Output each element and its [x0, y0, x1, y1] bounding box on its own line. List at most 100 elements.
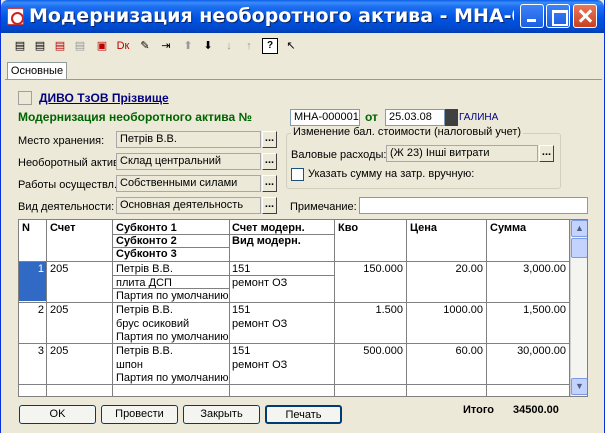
- row-1-qty[interactable]: 150.000: [336, 263, 403, 275]
- close-window-button[interactable]: [573, 4, 597, 28]
- window-title: Модернизация необоротного актива - МНА-0…: [29, 5, 514, 27]
- row-2-sub1[interactable]: Петрів В.В.: [116, 304, 173, 316]
- copy-icon[interactable]: ▤: [32, 38, 48, 54]
- toolbar: ▤ ▤ ▤ ▤ ▣ Dк ✎ ⇥ ⬆ ⬇ ↓ ↑ ? ↖: [3, 35, 602, 57]
- row-2-mod-account[interactable]: 151: [232, 304, 250, 316]
- move-down-icon[interactable]: ⬇: [200, 38, 216, 54]
- table-scrollbar[interactable]: ▲ ▼: [570, 220, 587, 396]
- storage-label: Место хранения:: [18, 135, 105, 147]
- row-2-qty[interactable]: 1.500: [336, 304, 403, 316]
- works-select-button[interactable]: ...: [262, 175, 277, 192]
- row-3-mod-account[interactable]: 151: [232, 345, 250, 357]
- doc-title: Модернизация необоротного актива №: [18, 110, 252, 124]
- row-3-n[interactable]: 3: [22, 345, 44, 357]
- row-1-price[interactable]: 20.00: [408, 263, 483, 275]
- save-icon[interactable]: ▤: [72, 38, 88, 54]
- whats-this-icon[interactable]: ↖: [283, 38, 299, 54]
- scroll-thumb[interactable]: [571, 238, 587, 258]
- minimize-button[interactable]: [520, 4, 544, 28]
- works-label: Работы осуществл.:: [18, 179, 121, 191]
- row-3-mod-type[interactable]: ремонт ОЗ: [232, 359, 287, 371]
- row-2-sub2[interactable]: брус осиковий: [116, 318, 189, 330]
- print-button[interactable]: Печать: [265, 405, 342, 424]
- works-field[interactable]: Собственными силами: [116, 175, 261, 192]
- gross-expenses-select-button[interactable]: ...: [539, 145, 554, 162]
- scroll-down-icon[interactable]: ▼: [571, 378, 587, 395]
- row-2-sub3[interactable]: Партия по умолчанию: [116, 331, 229, 343]
- tab-main[interactable]: Основные: [7, 62, 67, 80]
- date-field[interactable]: 25.03.08: [385, 109, 445, 126]
- row-3-price[interactable]: 60.00: [408, 345, 483, 357]
- author-label: ГАЛИНА: [459, 112, 499, 123]
- activity-label: Вид деятельности:: [18, 201, 115, 213]
- new-icon[interactable]: ▤: [12, 38, 28, 54]
- row-2-mod-type[interactable]: ремонт ОЗ: [232, 318, 287, 330]
- app-icon: [7, 8, 24, 25]
- sort-desc-icon[interactable]: ↑: [241, 38, 257, 54]
- row-3-account[interactable]: 205: [50, 345, 68, 357]
- manual-sum-checkbox[interactable]: [291, 168, 304, 181]
- calendar-icon[interactable]: [445, 109, 458, 126]
- row-3-sub2[interactable]: шпон: [116, 359, 143, 371]
- col-header-subconto1[interactable]: Субконто 1: [116, 222, 177, 234]
- col-header-n[interactable]: N: [22, 222, 30, 234]
- ok-button[interactable]: OK: [19, 405, 96, 424]
- asset-select-button[interactable]: ...: [262, 153, 277, 170]
- asset-field[interactable]: Склад центральний: [116, 153, 261, 170]
- asset-label: Необоротный актив:: [18, 157, 122, 169]
- note-label: Примечание:: [290, 201, 357, 213]
- balance-group-title: Изменение бал. стоимости (налоговый учет…: [291, 126, 524, 138]
- storage-field[interactable]: Петрів В.В.: [116, 131, 261, 148]
- manual-sum-label: Указать сумму на затр. вручную:: [308, 168, 475, 180]
- row-2-n[interactable]: 2: [22, 304, 44, 316]
- activity-field[interactable]: Основная деятельность: [116, 197, 261, 214]
- gross-expenses-label: Валовые расходы:: [291, 149, 387, 161]
- delete-icon[interactable]: ▤: [52, 38, 68, 54]
- close-button[interactable]: Закрыть: [183, 405, 260, 424]
- row-3-sub3[interactable]: Партия по умолчанию: [116, 372, 229, 384]
- row-2-account[interactable]: 205: [50, 304, 68, 316]
- row-1-sub3[interactable]: Партия по умолчанию: [116, 290, 229, 302]
- col-header-subconto2[interactable]: Субконто 2: [116, 235, 177, 247]
- col-header-subconto3[interactable]: Субконто 3: [116, 248, 177, 260]
- title-bar[interactable]: Модернизация необоротного актива - МНА-0…: [1, 0, 604, 33]
- date-label: от: [365, 110, 378, 124]
- total-label: Итого: [463, 404, 495, 416]
- doc-number-field[interactable]: МНА-000001: [290, 109, 360, 126]
- col-header-account[interactable]: Счет: [50, 222, 76, 234]
- post-button[interactable]: Провести: [101, 405, 178, 424]
- row-2-sum[interactable]: 1,500.00: [488, 304, 566, 316]
- col-header-qty[interactable]: Кво: [338, 222, 358, 234]
- sort-asc-icon[interactable]: ↓: [221, 38, 237, 54]
- row-2-price[interactable]: 1000.00: [408, 304, 483, 316]
- storage-select-button[interactable]: ...: [262, 131, 277, 148]
- unpost-icon[interactable]: Dк: [115, 38, 131, 54]
- row-1-account[interactable]: 205: [50, 263, 68, 275]
- gross-expenses-field[interactable]: (Ж 23) Інші витрати: [386, 145, 538, 162]
- row-1-n[interactable]: 1: [22, 263, 44, 275]
- activity-select-button[interactable]: ...: [262, 197, 277, 214]
- items-table[interactable]: N Счет Субконто 1 Субконто 2 Субконто 3 …: [18, 219, 588, 397]
- move-up-icon[interactable]: ⬆: [180, 38, 196, 54]
- help-icon[interactable]: ?: [262, 38, 278, 54]
- col-header-mod-type[interactable]: Вид модерн.: [232, 235, 301, 247]
- row-1-mod-type[interactable]: ремонт ОЗ: [232, 277, 287, 289]
- row-3-sub1[interactable]: Петрів В.В.: [116, 345, 173, 357]
- row-1-sub1[interactable]: Петрів В.В.: [116, 263, 173, 275]
- organization-link[interactable]: ДИВО ТзОВ Прізвище: [39, 91, 169, 105]
- link-icon[interactable]: [18, 91, 32, 105]
- col-header-mod-account[interactable]: Счет модерн.: [232, 222, 305, 234]
- insert-icon[interactable]: ⇥: [158, 38, 174, 54]
- row-3-sum[interactable]: 30,000.00: [488, 345, 566, 357]
- maximize-button[interactable]: [546, 4, 570, 28]
- total-value: 34500.00: [513, 404, 559, 416]
- row-1-sum[interactable]: 3,000.00: [488, 263, 566, 275]
- row-3-qty[interactable]: 500.000: [336, 345, 403, 357]
- col-header-price[interactable]: Цена: [410, 222, 437, 234]
- scroll-up-icon[interactable]: ▲: [571, 220, 587, 237]
- col-header-sum[interactable]: Сумма: [490, 222, 526, 234]
- row-1-mod-account[interactable]: 151: [232, 263, 250, 275]
- edit-icon[interactable]: ✎: [137, 38, 153, 54]
- post-icon[interactable]: ▣: [94, 38, 110, 54]
- note-field[interactable]: [359, 197, 588, 214]
